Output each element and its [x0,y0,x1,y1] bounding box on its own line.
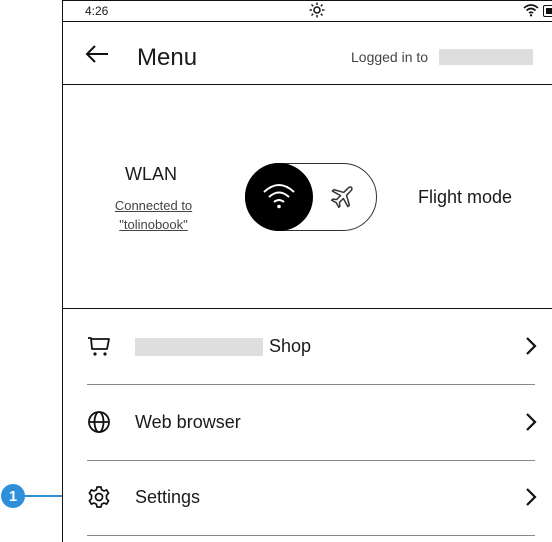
menu-item-label: Shop [269,336,312,356]
wlan-label: WLAN [125,164,178,184]
status-bar: 4:26 [63,0,552,22]
airplane-icon [329,182,357,215]
chevron-right-icon [525,412,537,437]
menu-item-label: Web browser [135,412,241,432]
globe-icon [87,410,111,439]
toggle-knob [245,163,313,231]
brightness-icon[interactable] [309,2,325,21]
menu-item-shop[interactable]: Shop [87,310,537,385]
wifi-icon [263,184,295,209]
redacted-account-name [439,49,533,65]
chevron-right-icon [525,487,537,512]
menu-item-web-browser[interactable]: Web browser [87,386,537,461]
device-screen: 4:26 Menu Logged in to WLAN Connected to… [62,0,552,542]
gear-icon [87,485,111,514]
redacted-shop-name [135,338,263,356]
wlan-section: WLAN Connected to "tolinobook" Flight mo… [63,84,552,309]
menu-header: Menu Logged in to [63,22,552,85]
flight-mode-label: Flight mode [418,187,513,207]
page-title: Menu [137,44,198,71]
wlan-connected-line2: "tolinobook" [119,217,188,232]
shopping-cart-icon [87,334,111,363]
menu-item-settings[interactable]: Settings [87,461,537,536]
back-arrow-icon[interactable] [85,44,109,69]
menu-item-label: Settings [135,487,201,507]
logged-in-label: Logged in to [351,49,429,65]
battery-icon [543,5,552,17]
wlan-connection-link[interactable]: Connected to "tolinobook" [81,196,226,234]
status-time: 4:26 [85,4,109,18]
wlan-connected-line1: Connected to [114,198,193,213]
chevron-right-icon [525,336,537,361]
wifi-status-icon [523,3,539,20]
callout-number: 1 [9,488,17,505]
wlan-flight-toggle[interactable] [245,163,377,231]
